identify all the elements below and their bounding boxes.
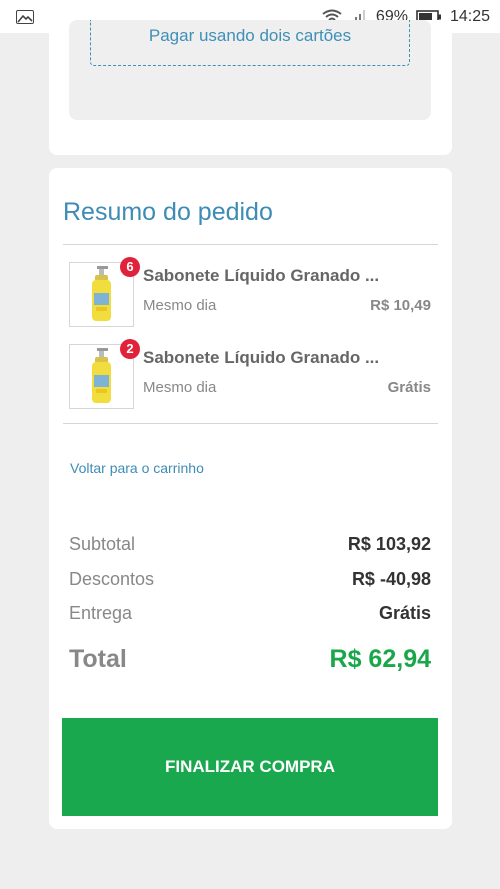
item-price: Grátis xyxy=(387,379,431,396)
delivery-value: Grátis xyxy=(378,603,431,623)
divider xyxy=(63,423,438,424)
subtotal-label: Subtotal xyxy=(69,534,136,554)
item-shipping: Mesmo dia xyxy=(143,379,217,396)
quantity-badge: 2 xyxy=(120,339,140,359)
subtotal-row: Subtotal R$ 103,92 xyxy=(69,534,431,555)
checkout-button[interactable]: FINALIZAR COMPRA xyxy=(62,718,438,816)
item-name: Sabonete Líquido Granado ... xyxy=(143,266,380,285)
payment-options-box: Pagar usando dois cartões xyxy=(69,20,431,120)
back-to-cart-link[interactable]: Voltar para o carrinho xyxy=(70,460,204,476)
total-label: Total xyxy=(69,645,127,673)
discount-row: Descontos R$ -40,98 xyxy=(69,569,431,590)
payment-card: Pagar usando dois cartões xyxy=(49,20,452,155)
order-item[interactable]: 2 Sabonete Líquido Granado ... Mesmo dia… xyxy=(69,339,439,410)
total-value: R$ 62,94 xyxy=(329,645,431,673)
quantity-badge: 6 xyxy=(120,257,140,277)
summary-title: Resumo do pedido xyxy=(63,198,273,226)
item-name: Sabonete Líquido Granado ... xyxy=(143,348,380,367)
clock: 14:25 xyxy=(449,7,490,25)
split-payment-button[interactable]: Pagar usando dois cartões xyxy=(90,20,410,66)
delivery-label: Entrega xyxy=(69,603,133,623)
discount-value: R$ -40,98 xyxy=(351,569,431,589)
total-row: Total R$ 62,94 xyxy=(69,645,431,674)
subtotal-value: R$ 103,92 xyxy=(347,534,431,554)
order-item[interactable]: 6 Sabonete Líquido Granado ... Mesmo dia… xyxy=(69,257,439,328)
discount-label: Descontos xyxy=(69,569,155,589)
item-price: R$ 10,49 xyxy=(370,297,431,314)
item-shipping: Mesmo dia xyxy=(143,297,217,314)
order-summary-card: Resumo do pedido 6 Sabonete Líquido Gran… xyxy=(49,168,452,829)
divider xyxy=(63,244,438,245)
delivery-row: Entrega Grátis xyxy=(69,603,431,624)
gallery-icon xyxy=(16,9,34,24)
